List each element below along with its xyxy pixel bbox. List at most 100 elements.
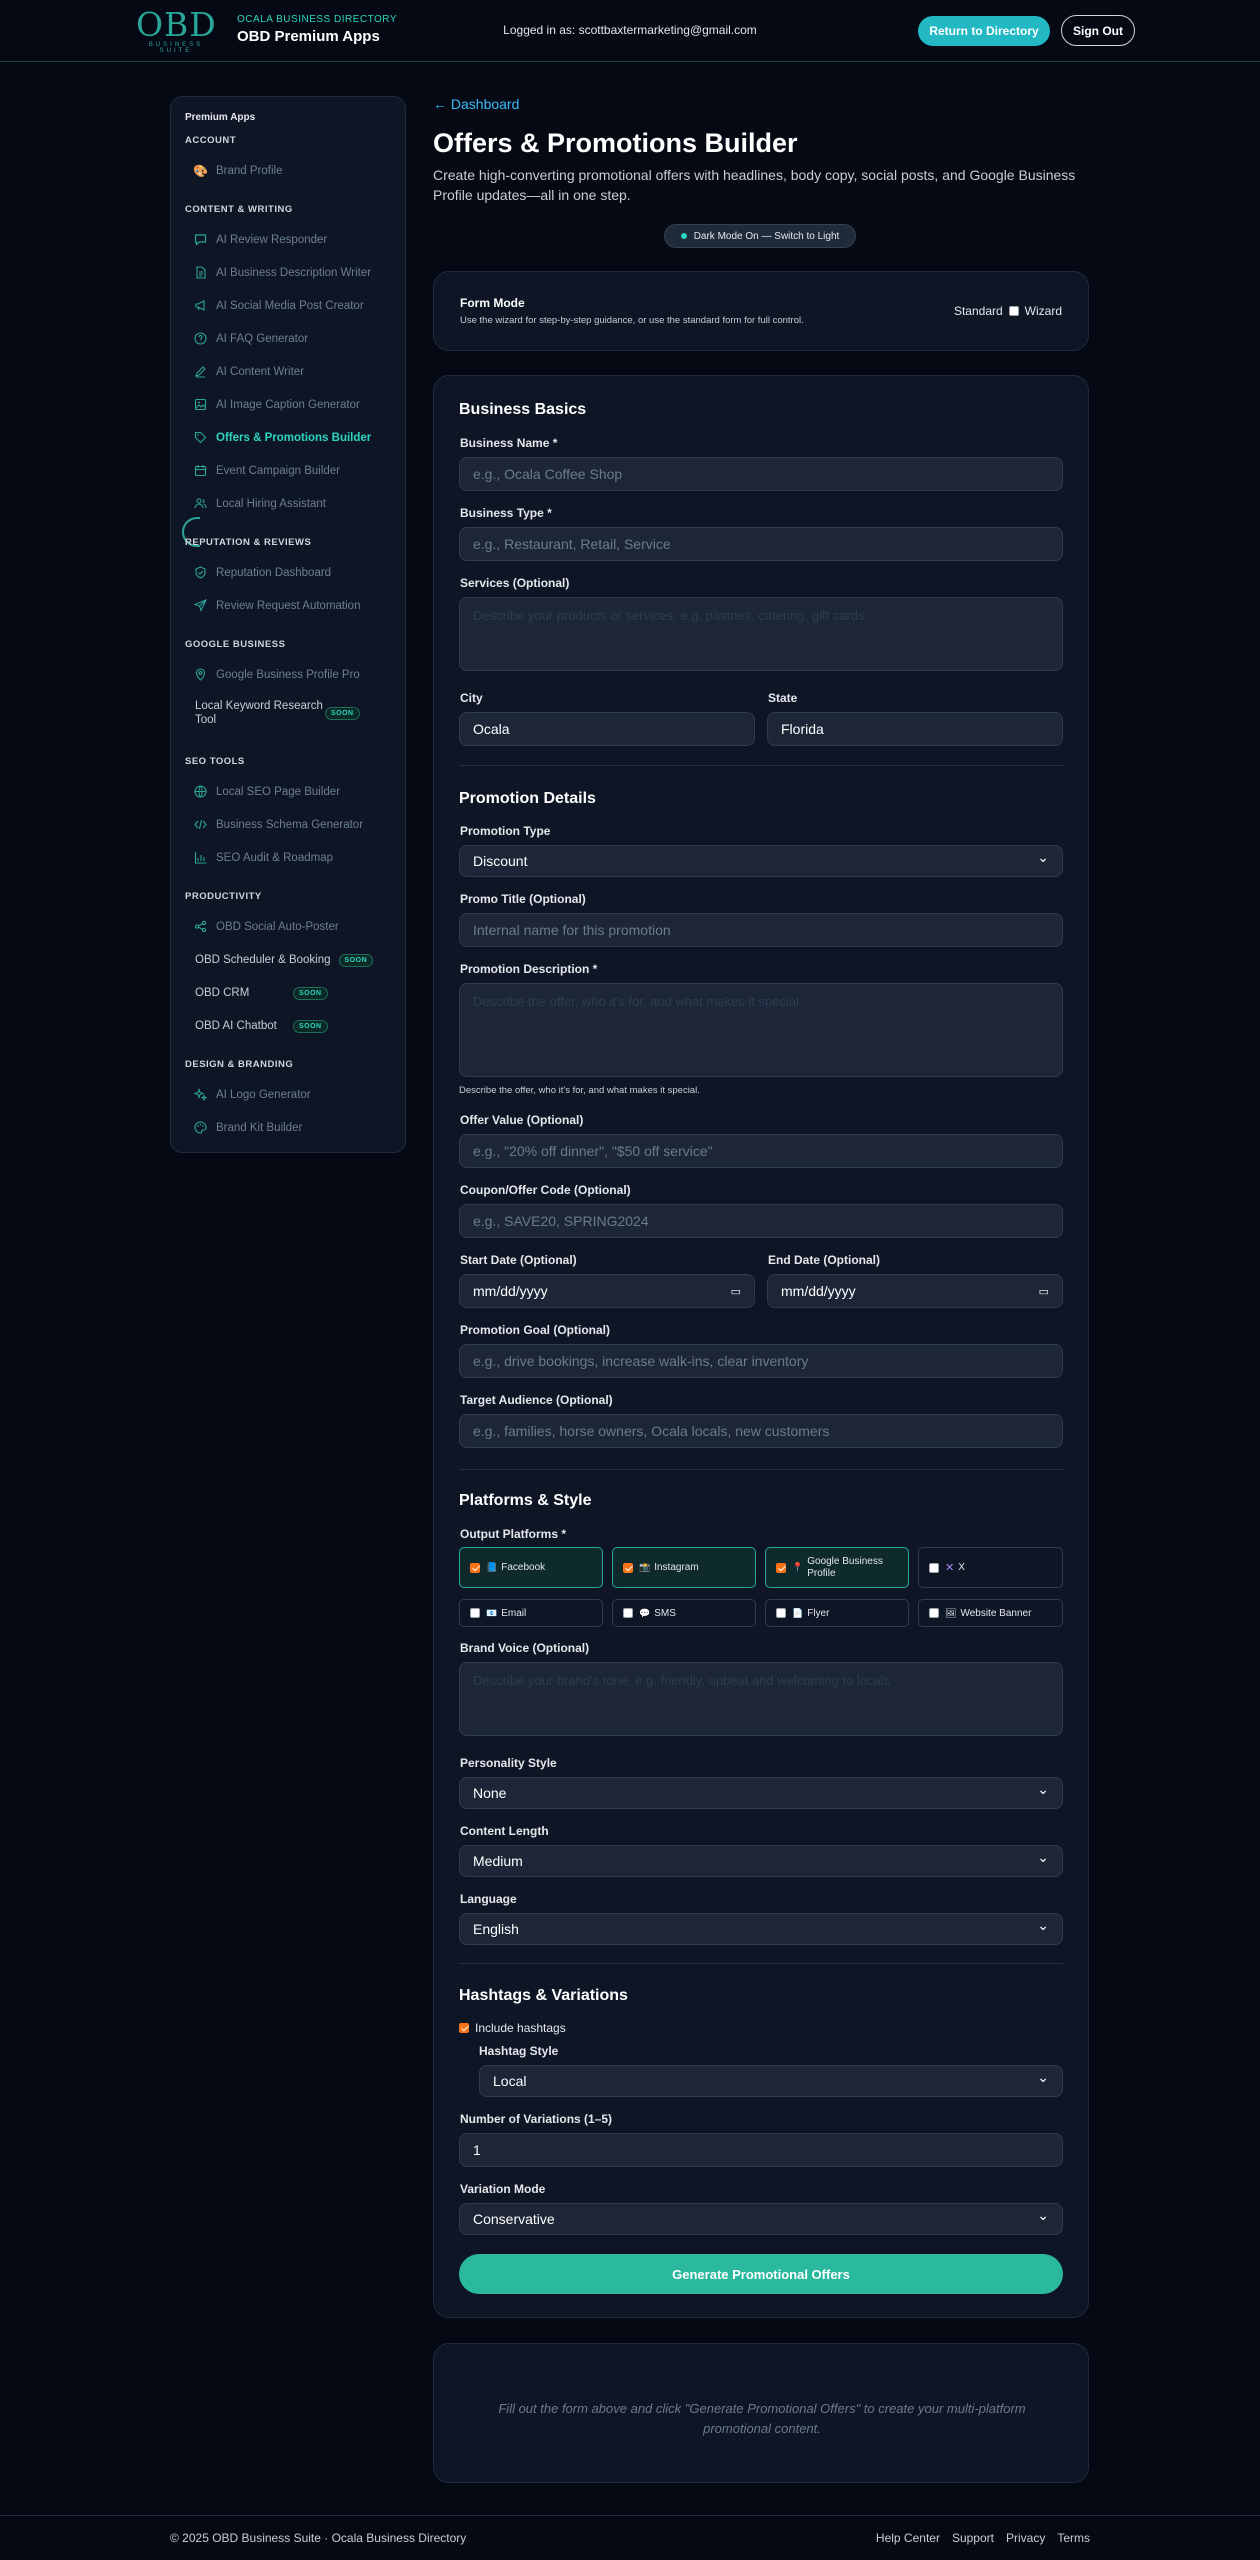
sidebar-item-reputation-dashboard[interactable]: Reputation Dashboard: [193, 563, 331, 583]
end-date-input[interactable]: mm/dd/yyyy ▭: [767, 1274, 1063, 1308]
google-business-checkbox[interactable]: [776, 1562, 786, 1573]
footer-link-terms[interactable]: Terms: [1057, 2531, 1090, 2545]
sidebar-item-gbp-pro[interactable]: Google Business Profile Pro: [193, 665, 360, 685]
top-header: OBD BUSINESS SUITE OCALA BUSINESS DIRECT…: [0, 0, 1260, 62]
city-input[interactable]: Ocala: [459, 712, 755, 746]
results-panel: Fill out the form above and click "Gener…: [433, 2343, 1089, 2483]
promotion-type-select[interactable]: Discount: [459, 845, 1063, 877]
language-label: Language: [460, 1892, 517, 1906]
platform-google-business[interactable]: 📍 Google Business Profile: [765, 1547, 909, 1588]
sidebar-item-faq[interactable]: AI FAQ Generator: [193, 329, 308, 349]
sparkles-icon: [192, 1087, 208, 1102]
coupon-code-input[interactable]: e.g., SAVE20, SPRING2024: [459, 1204, 1063, 1238]
facebook-checkbox[interactable]: [470, 1562, 480, 1573]
offer-value-input[interactable]: e.g., "20% off dinner", "$50 off service…: [459, 1134, 1063, 1168]
dark-mode-toggle[interactable]: Dark Mode On — Switch to Light: [664, 224, 856, 248]
calendar-icon[interactable]: ▭: [1039, 1285, 1049, 1298]
sidebar-item-brand-profile[interactable]: 🎨 Brand Profile: [193, 161, 282, 181]
sidebar-item-label: Brand Profile: [216, 165, 283, 177]
promotion-goal-input[interactable]: e.g., drive bookings, increase walk-ins,…: [459, 1344, 1063, 1378]
platform-label: Facebook: [501, 1562, 546, 1573]
palette-icon: [193, 1121, 207, 1135]
variations-count-input[interactable]: 1: [459, 2133, 1063, 2167]
start-date-input[interactable]: mm/dd/yyyy ▭: [459, 1274, 755, 1308]
content-length-value: Medium: [473, 1853, 523, 1869]
tag-icon: [193, 431, 207, 445]
sidebar-item-seo-audit[interactable]: SEO Audit & Roadmap: [193, 848, 333, 868]
sidebar: Premium Apps ACCOUNT 🎨 Brand Profile CONT…: [170, 96, 406, 1153]
flyer-checkbox[interactable]: [776, 1608, 786, 1618]
business-name-input[interactable]: e.g., Ocala Coffee Shop: [459, 457, 1063, 491]
status-dot-icon: [680, 233, 687, 239]
business-type-label: Business Type *: [460, 506, 552, 520]
sms-checkbox[interactable]: [623, 1608, 633, 1618]
calendar-icon[interactable]: ▭: [731, 1285, 741, 1298]
section-productivity: PRODUCTIVITY: [185, 891, 262, 902]
platform-flyer[interactable]: 📄 Flyer: [765, 1599, 909, 1627]
sidebar-item-label: OBD AI Chatbot: [195, 1020, 277, 1032]
sidebar-item-crm[interactable]: OBD CRM SOON: [195, 983, 328, 1003]
generate-offers-button[interactable]: Generate Promotional Offers: [459, 2254, 1063, 2294]
promotion-type-label: Promotion Type: [460, 824, 551, 838]
state-input[interactable]: Florida: [767, 712, 1063, 746]
sidebar-item-seo-page[interactable]: Local SEO Page Builder: [193, 782, 340, 802]
sidebar-item-image-caption[interactable]: AI Image Caption Generator: [193, 395, 360, 415]
footer-link-help[interactable]: Help Center: [876, 2531, 940, 2545]
wizard-checkbox[interactable]: [1008, 306, 1019, 316]
platform-facebook[interactable]: 📘 Facebook: [459, 1547, 603, 1588]
variation-mode-select[interactable]: Conservative: [459, 2203, 1063, 2235]
platform-instagram[interactable]: 📸 Instagram: [612, 1547, 756, 1588]
instagram-checkbox[interactable]: [623, 1562, 633, 1573]
platform-x[interactable]: ✕ X: [918, 1547, 1063, 1588]
platform-label: X: [958, 1562, 965, 1573]
sidebar-item-business-description[interactable]: AI Business Description Writer: [193, 263, 371, 283]
sidebar-item-event-campaign[interactable]: Event Campaign Builder: [193, 461, 340, 481]
brand-voice-textarea[interactable]: Describe your brand's tone, e.g. friendl…: [459, 1662, 1063, 1736]
sidebar-item-scheduler[interactable]: OBD Scheduler & Booking SOON: [195, 950, 374, 970]
email-checkbox[interactable]: [470, 1608, 480, 1618]
sidebar-item-chatbot[interactable]: OBD AI Chatbot SOON: [195, 1016, 328, 1036]
promotion-description-textarea[interactable]: Describe the offer, who it's for, and wh…: [459, 983, 1063, 1077]
sidebar-item-hiring[interactable]: Local Hiring Assistant: [193, 494, 326, 514]
return-to-directory-button[interactable]: Return to Directory: [918, 16, 1050, 46]
business-type-input[interactable]: e.g., Restaurant, Retail, Service: [459, 527, 1063, 561]
website-banner-checkbox[interactable]: [929, 1608, 939, 1618]
platform-sms[interactable]: 💬 SMS: [612, 1599, 756, 1627]
platform-label: Flyer: [807, 1607, 830, 1619]
language-select[interactable]: English: [459, 1913, 1063, 1945]
sidebar-item-schema[interactable]: Business Schema Generator: [193, 815, 363, 835]
sidebar-item-review-responder[interactable]: AI Review Responder: [193, 230, 327, 250]
sidebar-item-logo-generator[interactable]: AI Logo Generator: [192, 1085, 311, 1105]
business-basics-heading: Business Basics: [459, 401, 587, 418]
include-hashtags-checkbox[interactable]: [459, 2023, 469, 2033]
sidebar-item-label: AI FAQ Generator: [216, 333, 309, 345]
promo-title-input[interactable]: Internal name for this promotion: [459, 913, 1063, 947]
footer-link-privacy[interactable]: Privacy: [1006, 2531, 1045, 2545]
footer-link-support[interactable]: Support: [952, 2531, 994, 2545]
platform-label: SMS: [654, 1607, 676, 1619]
sidebar-item-offers-promotions[interactable]: Offers & Promotions Builder: [193, 428, 371, 448]
section-divider: [459, 1469, 1063, 1470]
target-audience-input[interactable]: e.g., families, horse owners, Ocala loca…: [459, 1414, 1063, 1448]
sidebar-item-social-post[interactable]: AI Social Media Post Creator: [193, 296, 364, 316]
sidebar-item-auto-poster[interactable]: OBD Social Auto-Poster: [193, 917, 339, 937]
sidebar-item-label: Local SEO Page Builder: [216, 786, 341, 798]
services-textarea[interactable]: Describe your products or services, e.g.…: [459, 597, 1063, 671]
sidebar-item-review-request[interactable]: Review Request Automation: [192, 596, 360, 616]
content-length-select[interactable]: Medium: [459, 1845, 1063, 1877]
section-divider: [459, 1963, 1063, 1964]
sidebar-item-content-writer[interactable]: AI Content Writer: [193, 362, 304, 382]
x-checkbox[interactable]: [929, 1562, 939, 1573]
platform-website-banner[interactable]: 🖼 Website Banner: [918, 1599, 1063, 1627]
hashtag-style-select[interactable]: Local: [479, 2065, 1063, 2097]
personality-style-select[interactable]: None: [459, 1777, 1063, 1809]
personality-style-label: Personality Style: [460, 1756, 557, 1770]
sign-out-button[interactable]: Sign Out: [1061, 15, 1135, 46]
section-seo: SEO TOOLS: [185, 756, 245, 767]
sidebar-item-label: Google Business Profile Pro: [216, 669, 360, 681]
sidebar-item-label: Local Hiring Assistant: [216, 498, 326, 510]
platform-email[interactable]: 📧 Email: [459, 1599, 603, 1627]
sidebar-item-brand-kit[interactable]: Brand Kit Builder: [193, 1118, 302, 1138]
sidebar-item-keyword-research[interactable]: Local Keyword Research Tool SOON: [195, 698, 360, 728]
dashboard-back-link[interactable]: ← Dashboard: [433, 96, 519, 112]
